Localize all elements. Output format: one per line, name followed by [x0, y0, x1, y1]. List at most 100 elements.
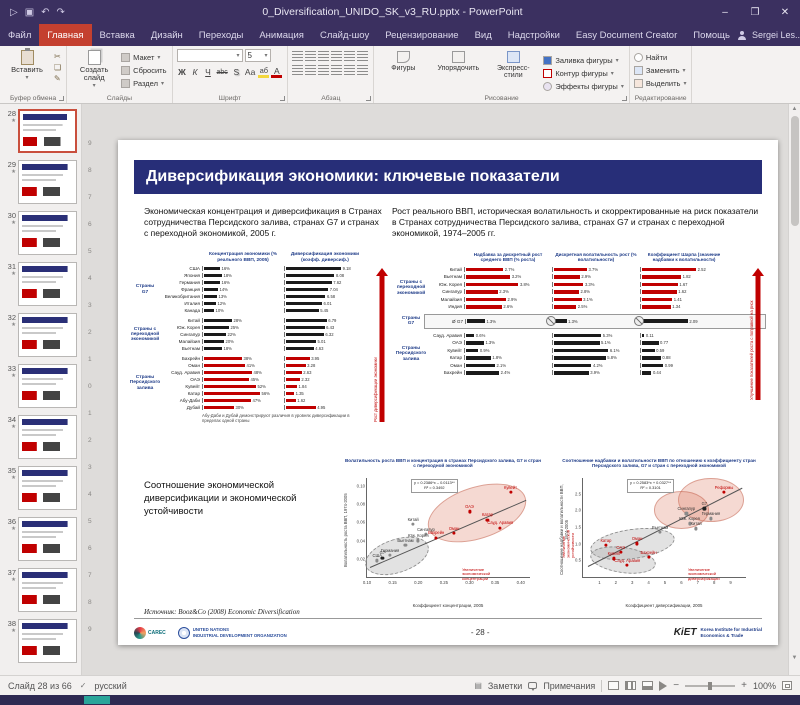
select-button[interactable]: Выделить ▾: [633, 77, 686, 89]
underline-button[interactable]: Ч: [203, 66, 214, 78]
scatter-volatility-concentration[interactable]: Волатильность роста ВВП и концентрация в…: [340, 458, 546, 610]
arrange-button[interactable]: Упорядочить: [433, 50, 483, 92]
redo-icon[interactable]: ↷: [57, 7, 65, 18]
slide-canvas[interactable]: Диверсификация экономики: ключевые показ…: [118, 140, 778, 645]
paste-button[interactable]: Вставить ▾: [4, 47, 50, 81]
thumbnail-preview[interactable]: [18, 466, 77, 510]
zoom-slider[interactable]: [685, 681, 736, 690]
thumbnail-preview[interactable]: [18, 262, 77, 306]
bar-chart-growth-volatility-sharpe[interactable]: Надбавка за дискретный рост среднего ВВП…: [396, 252, 766, 412]
bar-chart-concentration-diversification[interactable]: Концентрация экономики (% реального ВВП,…: [130, 252, 390, 434]
tab-design[interactable]: Дизайн: [143, 24, 191, 46]
justify-icon[interactable]: [331, 65, 343, 75]
account-name[interactable]: Sergei Les...: [752, 30, 800, 40]
new-slide-button[interactable]: Создать слайд ▾: [71, 47, 117, 89]
smartart-icon[interactable]: [357, 65, 369, 75]
highlight-color-button[interactable]: аб: [258, 66, 270, 78]
thumbnail-preview[interactable]: [18, 517, 77, 561]
fit-slide-icon[interactable]: [782, 681, 792, 690]
dialog-launcher-icon[interactable]: [59, 96, 65, 101]
comments-button[interactable]: Примечания: [543, 681, 595, 691]
scroll-down-icon[interactable]: ▼: [789, 655, 800, 661]
italic-button[interactable]: К: [190, 66, 201, 78]
slide-thumbnail-34[interactable]: 34 ★: [2, 415, 77, 459]
thumbnail-preview[interactable]: [18, 211, 77, 255]
thumbnail-preview[interactable]: [18, 160, 77, 204]
language-indicator[interactable]: русский: [94, 681, 126, 691]
left-heading[interactable]: Экономическая концентрация и диверсифика…: [144, 206, 382, 239]
undo-icon[interactable]: ↶: [41, 7, 49, 18]
copy-icon[interactable]: ❏: [54, 63, 61, 72]
tab-review[interactable]: Рецензирование: [377, 24, 466, 46]
shape-outline-button[interactable]: Контур фигуры ▾: [543, 67, 624, 79]
text-shadow-button[interactable]: S: [231, 66, 242, 78]
numbering-icon[interactable]: [305, 51, 317, 61]
zoom-slider-thumb[interactable]: [708, 681, 713, 690]
change-case-button[interactable]: Аа: [244, 66, 257, 78]
layout-button[interactable]: Макет ▾: [121, 51, 166, 63]
find-button[interactable]: Найти: [633, 51, 687, 63]
slide-indicator[interactable]: Слайд 28 из 66: [8, 681, 72, 691]
slide-thumbnail-29[interactable]: 29 ★: [2, 160, 77, 204]
restore-button[interactable]: ❐: [740, 0, 770, 24]
thumbnail-preview[interactable]: [18, 568, 77, 612]
zoom-out-icon[interactable]: −: [673, 680, 679, 691]
slideshow-icon[interactable]: ▷: [10, 7, 18, 18]
dialog-launcher-icon[interactable]: [366, 96, 372, 101]
cut-icon[interactable]: ✂: [54, 52, 61, 61]
bullets-icon[interactable]: [292, 51, 304, 61]
shapes-button[interactable]: Фигуры: [378, 50, 428, 92]
reading-view-icon[interactable]: [642, 681, 654, 690]
minimize-button[interactable]: –: [710, 0, 740, 24]
tab-insert[interactable]: Вставка: [92, 24, 143, 46]
tab-home[interactable]: Главная: [39, 24, 92, 46]
thumbnail-preview[interactable]: [18, 415, 77, 459]
vertical-scrollbar[interactable]: ▲ ▼: [788, 104, 800, 675]
section-button[interactable]: Раздел ▾: [121, 77, 166, 89]
slide-thumbnail-37[interactable]: 37 ★: [2, 568, 77, 612]
slide-thumbnail-33[interactable]: 33 ★: [2, 364, 77, 408]
columns-icon[interactable]: [344, 65, 356, 75]
text-direction-icon[interactable]: [357, 51, 369, 61]
zoom-in-icon[interactable]: +: [741, 680, 747, 691]
tab-animations[interactable]: Анимация: [251, 24, 312, 46]
font-name-select[interactable]: ▾: [176, 49, 243, 62]
slide-thumbnail-28[interactable]: 28 ★: [2, 109, 77, 153]
align-left-icon[interactable]: [292, 65, 304, 75]
thumbnail-preview[interactable]: [18, 109, 77, 153]
zoom-level[interactable]: 100%: [753, 681, 776, 691]
slideshow-view-icon[interactable]: [659, 680, 668, 691]
line-spacing-icon[interactable]: [344, 51, 356, 61]
dialog-launcher-icon[interactable]: [280, 96, 286, 101]
format-painter-icon[interactable]: ✎: [54, 74, 61, 83]
scroll-up-icon[interactable]: ▲: [789, 106, 800, 112]
thumbnail-preview[interactable]: [18, 619, 77, 663]
tab-transitions[interactable]: Переходы: [191, 24, 252, 46]
strikethrough-button[interactable]: abc: [216, 66, 229, 78]
align-center-icon[interactable]: [305, 65, 317, 75]
shape-fill-button[interactable]: Заливка фигуры ▾: [543, 54, 624, 66]
tab-add-ins[interactable]: Надстройки: [500, 24, 568, 46]
spellcheck-icon[interactable]: ✓: [80, 681, 87, 690]
slide-thumbnail-35[interactable]: 35 ★: [2, 466, 77, 510]
reset-button[interactable]: Сбросить: [121, 64, 167, 76]
tab-view[interactable]: Вид: [467, 24, 500, 46]
decrease-indent-icon[interactable]: [318, 51, 330, 61]
increase-indent-icon[interactable]: [331, 51, 343, 61]
font-size-select[interactable]: 5 ▾: [244, 49, 271, 62]
slide-thumbnail-31[interactable]: 31 ★: [2, 262, 77, 306]
tab-file[interactable]: Файл: [0, 24, 39, 46]
right-heading[interactable]: Рост реального ВВП, историческая волатил…: [392, 206, 764, 239]
thumbnail-preview[interactable]: [18, 364, 77, 408]
font-color-button[interactable]: А: [271, 66, 283, 78]
bottom-text[interactable]: Соотношение экономической диверсификации…: [144, 480, 314, 518]
notes-button[interactable]: Заметки: [488, 681, 522, 691]
save-icon[interactable]: ▣: [25, 7, 34, 18]
tab-easy-document-creator[interactable]: Easy Document Creator: [568, 24, 685, 46]
thumbnail-preview[interactable]: [18, 313, 77, 357]
dialog-launcher-icon[interactable]: [621, 96, 627, 101]
replace-button[interactable]: Заменить ▾: [633, 64, 687, 76]
quick-styles-button[interactable]: Экспресс-стили: [488, 50, 538, 92]
bold-button[interactable]: Ж: [177, 66, 188, 78]
slide-title[interactable]: Диверсификация экономики: ключевые показ…: [134, 160, 762, 194]
